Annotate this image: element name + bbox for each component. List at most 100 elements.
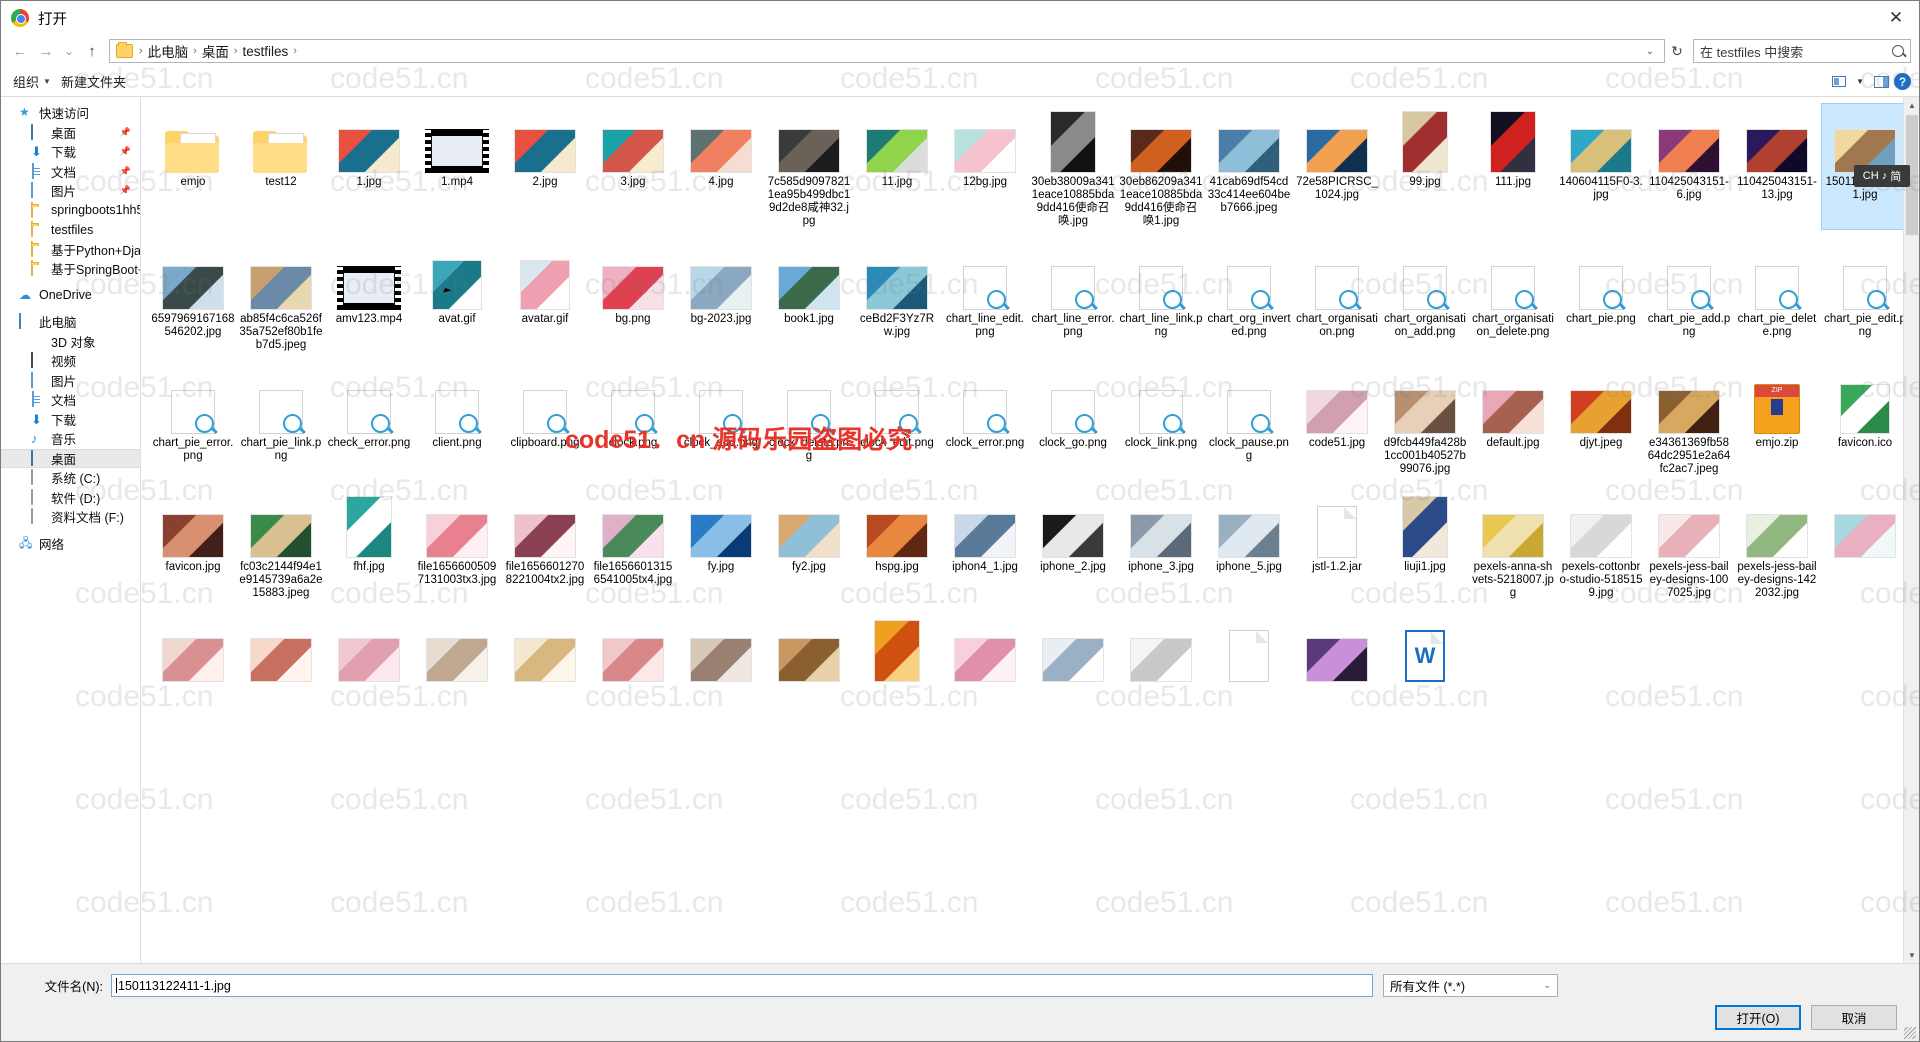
sidebar-item-17[interactable]: 桌面	[1, 448, 140, 468]
open-button[interactable]: 打开(O)	[1715, 1005, 1801, 1030]
file-item[interactable]: chart_organisation_delete.png	[1469, 240, 1557, 354]
file-item[interactable]: bg.png	[589, 240, 677, 354]
file-item[interactable]: W	[1381, 612, 1469, 687]
file-item[interactable]: 6597969167168546202.jpg	[149, 240, 237, 354]
file-item[interactable]: bg-2023.jpg	[677, 240, 765, 354]
file-item[interactable]: favicon.jpg	[149, 488, 237, 602]
pin-icon[interactable]: 📌	[120, 185, 131, 196]
chevron-down-icon[interactable]: ⌄	[1640, 46, 1660, 57]
file-item[interactable]	[501, 612, 589, 687]
organize-button[interactable]: 组织 ▼	[13, 72, 61, 91]
file-item[interactable]: chart_pie_add.png	[1645, 240, 1733, 354]
file-item[interactable]: chart_org_inverted.png	[1205, 240, 1293, 354]
file-item[interactable]: pexels-anna-shvets-5218007.jpg	[1469, 488, 1557, 602]
file-item[interactable]: clock_edit.png	[853, 364, 941, 478]
file-item[interactable]: iphon4_1.jpg	[941, 488, 1029, 602]
file-item[interactable]: iphone_3.jpg	[1117, 488, 1205, 602]
file-item[interactable]: fhf.jpg	[325, 488, 413, 602]
file-item[interactable]	[325, 612, 413, 687]
file-grid[interactable]: emjo test12 1.jpg 1.mp4 2.jpg 3.jpg 4.jpg 7c585…	[141, 97, 1919, 697]
file-item[interactable]: file16566005097131003tx3.jpg	[413, 488, 501, 602]
file-item[interactable]	[589, 612, 677, 687]
cancel-button[interactable]: 取消	[1811, 1005, 1897, 1030]
pin-icon[interactable]: 📌	[120, 127, 131, 138]
sidebar-item-4[interactable]: 图片 📌	[1, 181, 140, 201]
file-item[interactable]: file16566013156541005tx4.jpg	[589, 488, 677, 602]
file-item[interactable]	[677, 612, 765, 687]
file-item[interactable]: chart_pie_delete.png	[1733, 240, 1821, 354]
file-item[interactable]	[1293, 612, 1381, 687]
breadcrumb-item-1[interactable]: 桌面	[199, 41, 232, 61]
file-item[interactable]: 110425043151-13.jpg	[1733, 103, 1821, 230]
close-button[interactable]: ✕	[1873, 1, 1919, 35]
resize-grip[interactable]	[1904, 1027, 1916, 1039]
file-item[interactable]: chart_line_link.png	[1117, 240, 1205, 354]
file-item[interactable]: 99.jpg	[1381, 103, 1469, 230]
file-item[interactable]: d9fcb449fa428b1cc001b40527b99076.jpg	[1381, 364, 1469, 478]
breadcrumb-item-2[interactable]: testfiles	[240, 44, 292, 59]
file-item[interactable]: 41cab69df54cd33c414ee604beb7666.jpeg	[1205, 103, 1293, 230]
file-item[interactable]: 72e58PICRSC_1024.jpg	[1293, 103, 1381, 230]
breadcrumb[interactable]: › 此电脑 › 桌面 › testfiles › ⌄	[109, 39, 1665, 63]
sidebar-item-13[interactable]: 图片	[1, 371, 140, 391]
recent-locations-icon[interactable]: ⌄	[59, 38, 79, 64]
view-layout-icon[interactable]	[1828, 72, 1849, 92]
preview-pane-icon[interactable]	[1871, 72, 1892, 92]
file-item[interactable]: chart_line_edit.png	[941, 240, 1029, 354]
file-item[interactable]: 30eb38009a3411eace10885bda9dd416使命召唤.jpg	[1029, 103, 1117, 230]
file-item[interactable]: chart_pie_error.png	[149, 364, 237, 478]
sidebar-item-1[interactable]: 桌面 📌	[1, 123, 140, 143]
sidebar-item-14[interactable]: 文档	[1, 390, 140, 410]
file-item[interactable]: pexels-jess-bailey-designs-1007025.jpg	[1645, 488, 1733, 602]
file-item[interactable]: e34361369fb5864dc2951e2a64fc2ac7.jpeg	[1645, 364, 1733, 478]
sidebar-item-6[interactable]: testfiles	[1, 220, 140, 240]
navigation-sidebar[interactable]: ★ 快速访问 桌面 📌 ⬇ 下载 📌 文档 📌 图片 📌 springboots1hh5 testfil…	[1, 97, 141, 963]
sidebar-item-7[interactable]: 基于Python+Djang	[1, 240, 140, 260]
sidebar-item-2[interactable]: ⬇ 下载 📌	[1, 142, 140, 162]
filename-input[interactable]: 150113122411-1.jpg	[111, 974, 1373, 997]
file-item[interactable]: chart_organisation_add.png	[1381, 240, 1469, 354]
file-item[interactable]: fy.jpg	[677, 488, 765, 602]
file-item[interactable]: test12	[237, 103, 325, 230]
file-item[interactable]: clock_link.png	[1117, 364, 1205, 478]
file-item[interactable]: pexels-cottonbro-studio-5185159.jpg	[1557, 488, 1645, 602]
file-item[interactable]: 30eb86209a3411eace10885bda9dd416使命召唤1.jp…	[1117, 103, 1205, 230]
file-item[interactable]: 3.jpg	[589, 103, 677, 230]
forward-arrow-icon[interactable]: →	[33, 38, 59, 64]
refresh-icon[interactable]: ↻	[1665, 39, 1689, 63]
file-item[interactable]	[1821, 488, 1909, 602]
sidebar-item-21[interactable]: 🖧 网络	[1, 534, 140, 554]
file-item[interactable]: clock_delete.png	[765, 364, 853, 478]
file-item[interactable]: fy2.jpg	[765, 488, 853, 602]
chevron-down-icon[interactable]: ▼	[1851, 77, 1869, 86]
sidebar-item-5[interactable]: springboots1hh5	[1, 201, 140, 221]
file-item[interactable]: chart_pie_edit.png	[1821, 240, 1909, 354]
file-item[interactable]: 1.jpg	[325, 103, 413, 230]
file-item[interactable]: pexels-jess-bailey-designs-1422032.jpg	[1733, 488, 1821, 602]
scroll-up-icon[interactable]: ▲	[1904, 97, 1919, 113]
sidebar-item-20[interactable]: 资料文档 (F:)	[1, 507, 140, 527]
sidebar-item-15[interactable]: ⬇ 下载	[1, 410, 140, 430]
file-item[interactable]: ZIP emjo.zip	[1733, 364, 1821, 478]
file-item[interactable]	[941, 612, 1029, 687]
up-arrow-icon[interactable]: ↑	[79, 38, 105, 64]
file-item[interactable]: client.png	[413, 364, 501, 478]
file-item[interactable]	[149, 612, 237, 687]
sidebar-item-0[interactable]: ★ 快速访问	[1, 103, 140, 123]
file-item[interactable]: clock_pause.png	[1205, 364, 1293, 478]
file-item[interactable]: 11.jpg	[853, 103, 941, 230]
search-input[interactable]: 在 testfiles 中搜索	[1693, 39, 1911, 63]
new-folder-button[interactable]: 新建文件夹	[61, 72, 136, 91]
file-item[interactable]: hspg.jpg	[853, 488, 941, 602]
pin-icon[interactable]: 📌	[120, 146, 131, 157]
file-type-filter[interactable]: 所有文件 (*.*) ⌄	[1383, 974, 1558, 997]
file-item[interactable]: 2.jpg	[501, 103, 589, 230]
help-icon[interactable]: ?	[1894, 73, 1911, 90]
file-item[interactable]	[765, 612, 853, 687]
file-item[interactable]: clock_add.png	[677, 364, 765, 478]
file-item[interactable]: clock.png	[589, 364, 677, 478]
file-item[interactable]: emjo	[149, 103, 237, 230]
file-item[interactable]: default.jpg	[1469, 364, 1557, 478]
file-item[interactable]	[237, 612, 325, 687]
file-item[interactable]: 1.mp4	[413, 103, 501, 230]
